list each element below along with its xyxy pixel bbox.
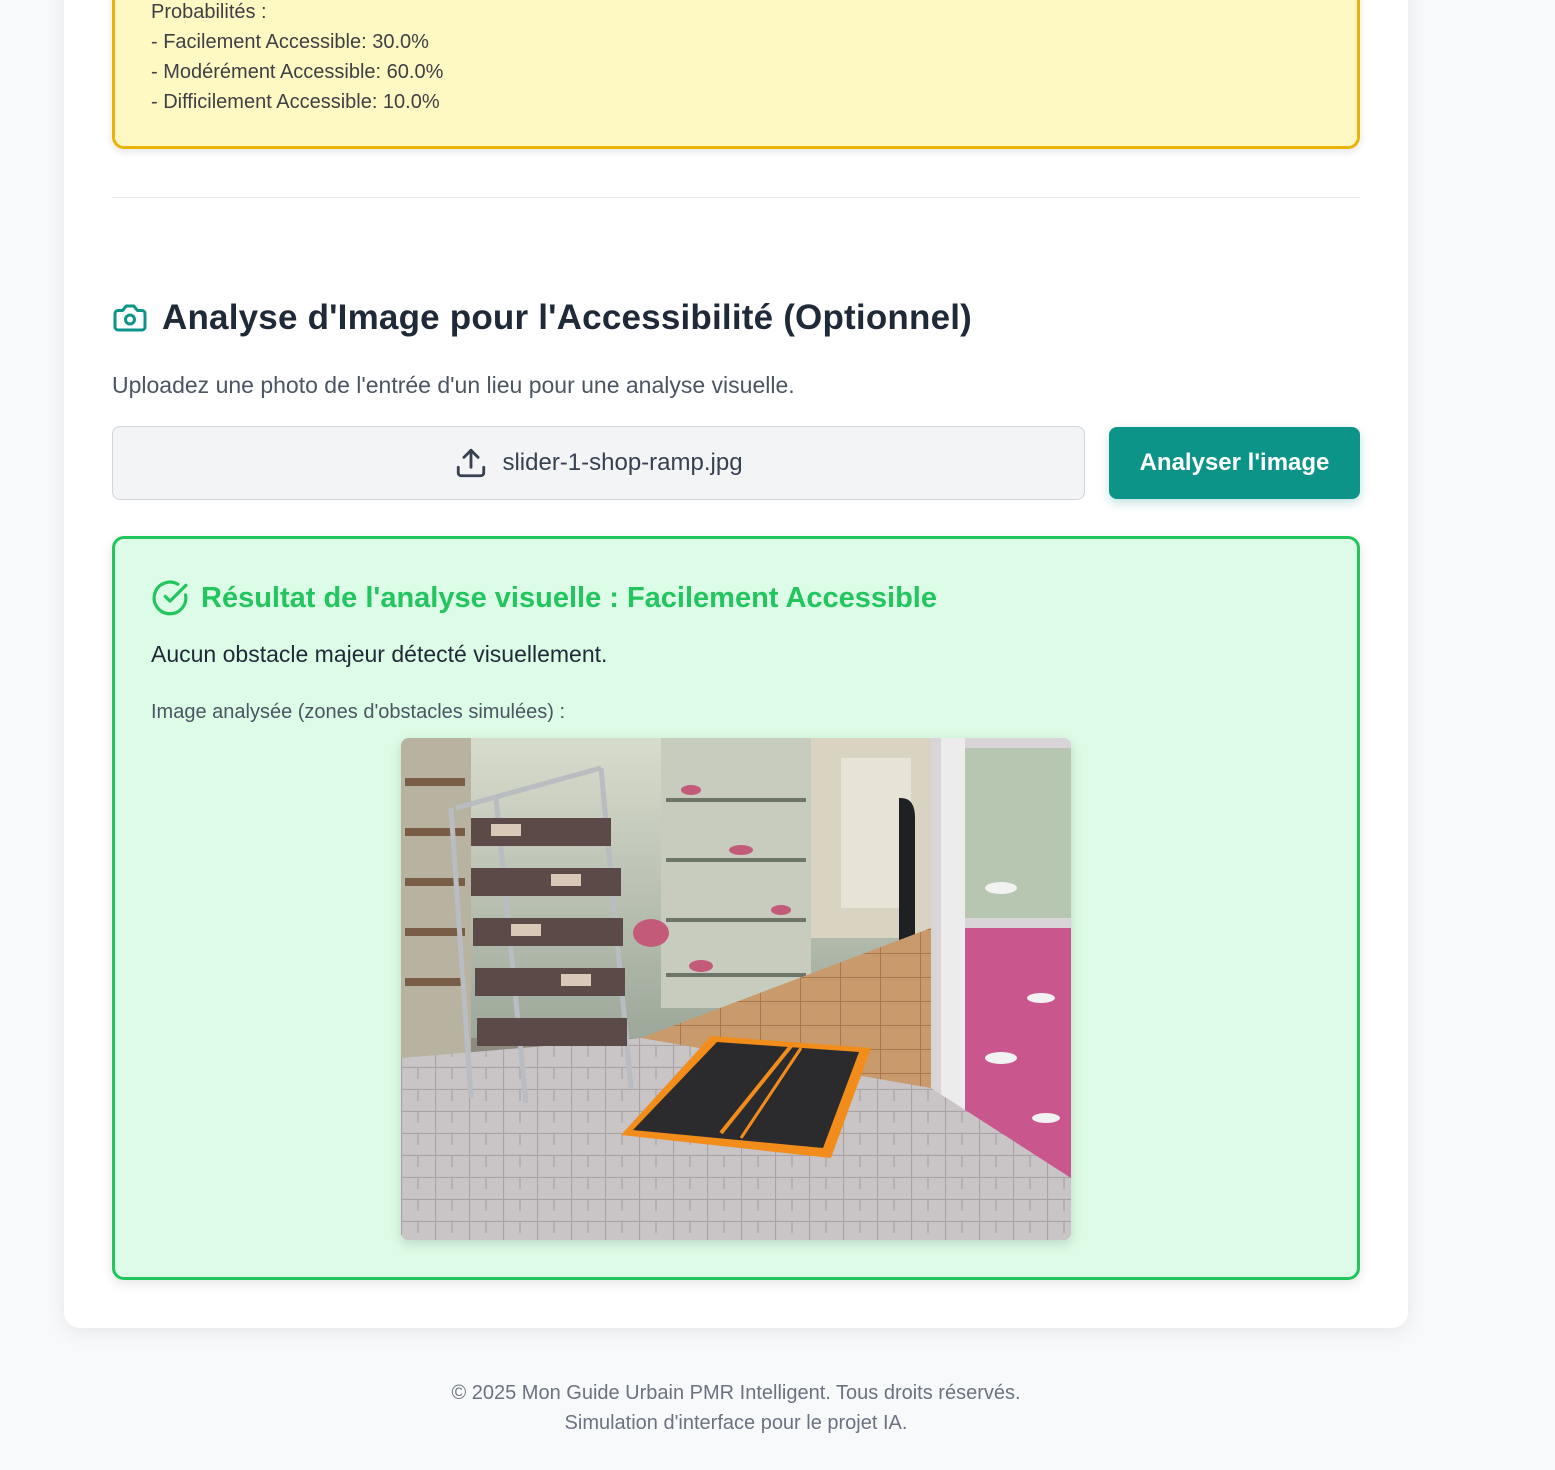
probabilities-box: Probabilités : - Facilement Accessible: … xyxy=(112,0,1360,149)
check-circle-icon xyxy=(151,579,189,617)
probability-easy: - Facilement Accessible: 30.0% xyxy=(151,31,429,53)
analyzed-image xyxy=(401,738,1071,1240)
probability-moderate: - Modérément Accessible: 60.0% xyxy=(151,61,444,83)
camera-icon xyxy=(112,300,148,336)
probabilities-list: Probabilités : - Facilement Accessible: … xyxy=(151,0,443,117)
analyzed-image-label: Image analysée (zones d'obstacles simulé… xyxy=(151,701,566,723)
result-description: Aucun obstacle majeur détecté visuelleme… xyxy=(151,641,608,667)
footer-copyright: © 2025 Mon Guide Urbain PMR Intelligent.… xyxy=(451,1382,1021,1404)
result-box: Résultat de l'analyse visuelle : Facilem… xyxy=(112,536,1360,1280)
footer: © 2025 Mon Guide Urbain PMR Intelligent.… xyxy=(0,1378,1472,1438)
image-section-header: Analyse d'Image pour l'Accessibilité (Op… xyxy=(112,298,972,338)
probabilities-heading: Probabilités : xyxy=(151,1,267,23)
probability-difficult: - Difficilement Accessible: 10.0% xyxy=(151,91,440,113)
file-upload-input[interactable]: slider-1-shop-ramp.jpg xyxy=(112,426,1085,500)
upload-icon xyxy=(454,446,488,480)
file-name: slider-1-shop-ramp.jpg xyxy=(502,449,743,476)
result-header: Résultat de l'analyse visuelle : Facilem… xyxy=(151,579,937,617)
footer-note: Simulation d'interface pour le projet IA… xyxy=(564,1412,908,1434)
image-section-subtitle: Uploadez une photo de l'entrée d'un lieu… xyxy=(112,372,795,398)
section-divider xyxy=(112,197,1360,198)
result-title: Résultat de l'analyse visuelle : Facilem… xyxy=(201,581,937,614)
analyze-image-button[interactable]: Analyser l'image xyxy=(1109,427,1360,499)
image-section-title: Analyse d'Image pour l'Accessibilité (Op… xyxy=(162,298,973,337)
